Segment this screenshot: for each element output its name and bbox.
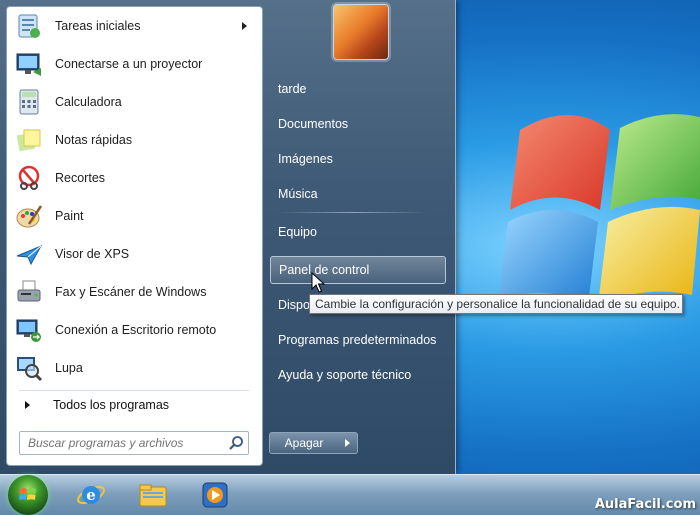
program-calculator[interactable]: Calculadora: [11, 84, 257, 120]
windows-explorer-icon[interactable]: [136, 478, 170, 512]
menu-item-user-folder[interactable]: tarde: [270, 75, 446, 103]
program-projector[interactable]: Conectarse a un proyector: [11, 46, 257, 82]
program-label: Fax y Escáner de Windows: [55, 285, 207, 299]
menu-item-pictures[interactable]: Imágenes: [270, 145, 446, 173]
start-menu: Tareas iniciales Conectarse a un proyect…: [0, 0, 456, 474]
calculator-icon: [13, 86, 45, 118]
program-label: Calculadora: [55, 95, 122, 109]
tooltip: Cambie la configuración y personalice la…: [309, 294, 683, 314]
chevron-right-icon: [344, 439, 350, 447]
program-remote-desktop[interactable]: Conexión a Escritorio remoto: [11, 312, 257, 348]
xps-viewer-icon: [13, 238, 45, 270]
program-sticky-notes[interactable]: Notas rápidas: [11, 122, 257, 158]
menu-item-control-panel[interactable]: Panel de control: [270, 256, 446, 284]
getting-started-icon: [13, 10, 45, 42]
paint-icon: [13, 200, 45, 232]
taskbar: e AulaFacil.com: [0, 474, 700, 515]
snipping-tool-icon: [13, 162, 45, 194]
program-label: Notas rápidas: [55, 133, 133, 147]
magnifier-icon: [13, 352, 45, 384]
mouse-cursor-icon: [311, 272, 325, 293]
divider: [19, 390, 249, 391]
search-input[interactable]: [26, 434, 226, 452]
remote-desktop-icon: [13, 314, 45, 346]
internet-explorer-icon[interactable]: e: [74, 478, 108, 512]
menu-item-computer[interactable]: Equipo: [270, 218, 446, 246]
divider: [278, 212, 428, 213]
program-label: Conexión a Escritorio remoto: [55, 323, 217, 337]
media-player-icon[interactable]: [198, 478, 232, 512]
windows-logo-wallpaper: [498, 114, 700, 305]
all-programs-label: Todos los programas: [53, 398, 170, 412]
program-label: Tareas iniciales: [55, 19, 141, 33]
svg-text:e: e: [86, 486, 96, 504]
all-programs-button[interactable]: Todos los programas: [11, 393, 257, 417]
menu-item-help-support[interactable]: Ayuda y soporte técnico: [270, 361, 446, 389]
menu-item-default-programs[interactable]: Programas predeterminados: [270, 326, 446, 354]
program-fax-scanner[interactable]: Fax y Escáner de Windows: [11, 274, 257, 310]
shutdown-options-button[interactable]: [337, 432, 358, 454]
user-picture[interactable]: [333, 4, 389, 60]
program-label: Visor de XPS: [55, 247, 130, 261]
program-snipping-tool[interactable]: Recortes: [11, 160, 257, 196]
submenu-arrow-icon: [242, 22, 247, 30]
program-label: Recortes: [55, 171, 106, 185]
fax-scanner-icon: [13, 276, 45, 308]
shutdown-button[interactable]: Apagar: [269, 432, 339, 454]
search-box[interactable]: [19, 431, 249, 455]
start-button[interactable]: [8, 475, 48, 515]
sticky-notes-icon: [13, 124, 45, 156]
menu-item-music[interactable]: Música: [270, 180, 446, 208]
watermark: AulaFacil.com: [594, 497, 696, 512]
expand-arrow-icon: [25, 401, 30, 409]
program-label: Conectarse a un proyector: [55, 57, 203, 71]
program-getting-started[interactable]: Tareas iniciales: [11, 8, 257, 44]
program-magnifier[interactable]: Lupa: [11, 350, 257, 386]
menu-item-documents[interactable]: Documentos: [270, 110, 446, 138]
projector-icon: [13, 48, 45, 80]
program-xps-viewer[interactable]: Visor de XPS: [11, 236, 257, 272]
program-paint[interactable]: Paint: [11, 198, 257, 234]
windows-flag-icon: [19, 488, 36, 500]
program-label: Lupa: [55, 361, 83, 375]
programs-pane: Tareas iniciales Conectarse a un proyect…: [6, 6, 263, 466]
program-label: Paint: [55, 209, 84, 223]
search-icon[interactable]: [228, 435, 244, 451]
